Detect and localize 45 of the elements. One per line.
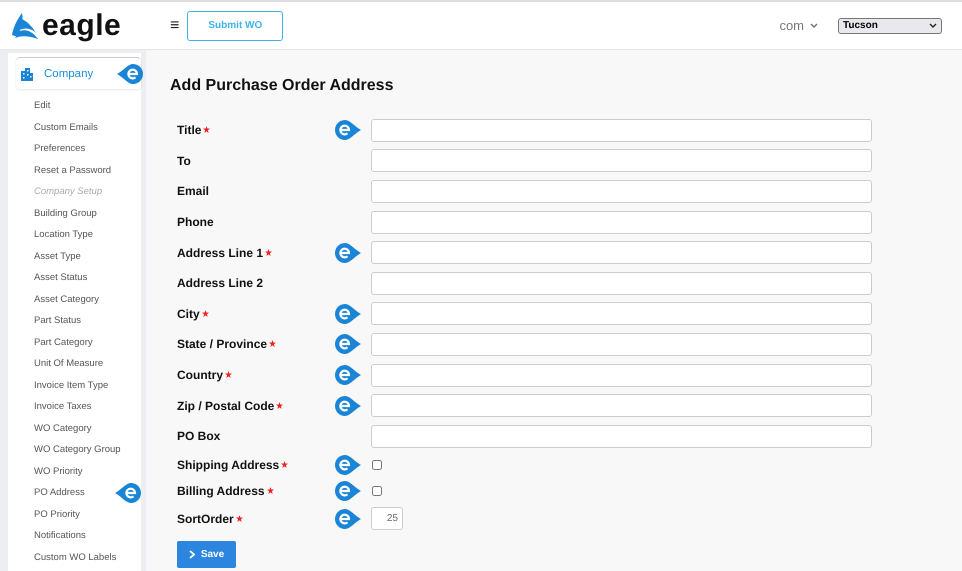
field-label: Shipping Address (177, 458, 280, 472)
sidebar-item[interactable]: WO Priority (34, 466, 83, 477)
sidebar-item[interactable]: Edit (34, 100, 50, 112)
section-label: Company (44, 68, 94, 80)
sidebar-item[interactable]: Notifications (34, 530, 86, 542)
company-section-header[interactable]: Company (16, 57, 141, 89)
logo-text: eagle (42, 8, 122, 42)
field-label: Zip / Postal Code (177, 398, 274, 413)
sidebar-item[interactable]: Invoice Taxes (34, 401, 92, 412)
field-label: Address Line 1 (177, 246, 264, 260)
sidebar-item[interactable]: Part Category (34, 336, 93, 348)
field-label: Country (177, 368, 223, 382)
menu-icon[interactable]: ≡ (170, 16, 180, 34)
sidebar-item[interactable]: Custom WO Labels (34, 552, 116, 563)
sidebar-item[interactable]: Location Type (34, 229, 93, 240)
field-label: Phone (177, 215, 214, 230)
page-title: Add Purchase Order Address (170, 77, 394, 95)
sidebar-item[interactable]: Reset a Password (34, 164, 112, 176)
sidebar-item[interactable]: Part Status (34, 315, 81, 326)
field-label: State / Province (177, 337, 268, 352)
sidebar-item[interactable]: PO Address (34, 487, 85, 498)
sidebar-item[interactable]: Preferences (34, 143, 86, 154)
sidebar-item[interactable]: Asset Type (34, 250, 81, 262)
sidebar-item[interactable]: Unit Of Measure (34, 358, 104, 370)
sidebar-item[interactable]: PO Priority (34, 508, 80, 520)
sidebar-item[interactable]: WO Category Group (34, 444, 121, 456)
sidebar-item[interactable]: WO Category (34, 422, 92, 434)
save-button[interactable]: Save (177, 541, 236, 568)
field-label: To (177, 154, 191, 168)
field-label: SortOrder (177, 512, 234, 526)
sidebar-item[interactable]: Invoice Item Type (34, 380, 108, 391)
sidebar-item[interactable]: Building Group (34, 208, 97, 219)
field-label: Address Line 2 (177, 276, 264, 290)
number-field[interactable]: 25 (371, 507, 403, 530)
field-label: Billing Address (177, 484, 265, 498)
sidebar-item[interactable]: Asset Status (34, 272, 88, 284)
account-dropdown[interactable]: com (779, 18, 818, 33)
sidebar-heading: Company Setup (34, 186, 102, 198)
field-label: City (177, 306, 200, 321)
field-label: PO Box (177, 429, 220, 444)
field-label: Title (177, 123, 202, 138)
field-label: Email (177, 184, 210, 198)
sidebar-item[interactable]: Custom Emails (34, 122, 98, 133)
location-select[interactable]: Tucson (838, 18, 942, 34)
sidebar-item[interactable]: Asset Category (34, 294, 99, 305)
